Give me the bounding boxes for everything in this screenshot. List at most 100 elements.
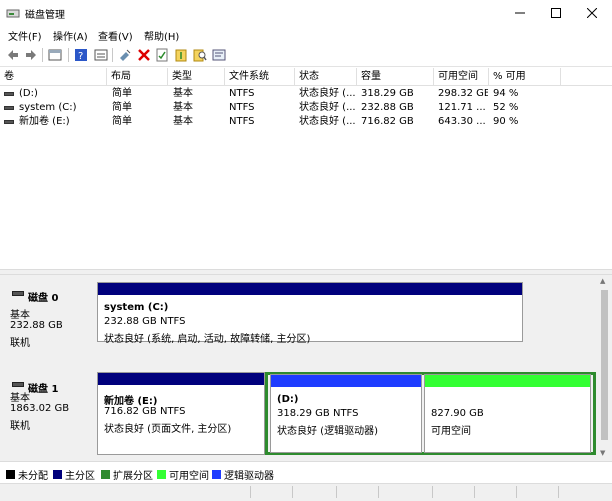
disk-state: 联机 [10, 338, 30, 349]
legend-item-unallocated: 未分配 [6, 467, 48, 482]
menu-file[interactable]: 文件(F) [8, 28, 42, 43]
partition-color-bar [98, 373, 264, 385]
disk-0-label[interactable]: 磁盘 0 基本 232.88 GB 联机 [4, 281, 94, 349]
volume-layout: 简单 [112, 116, 132, 127]
partition-system-c[interactable]: system (C:) 232.88 GB NTFS 状态良好 (系统, 启动,… [97, 282, 523, 345]
disk-icon [12, 291, 24, 296]
window-title: 磁盘管理 [25, 10, 65, 21]
help-icon[interactable]: ? [74, 48, 88, 62]
menu-help[interactable]: 帮助(H) [144, 28, 179, 43]
partition-status: 状态良好 (页面文件, 主分区) [104, 424, 232, 435]
volume-type: 基本 [173, 116, 193, 127]
disk-map: 磁盘 0 基本 232.88 GB 联机 system (C:) 232.88 … [0, 275, 612, 461]
partition-free-space[interactable]: 827.90 GB 可用空间 [424, 374, 591, 453]
menu-view[interactable]: 查看(V) [98, 28, 133, 43]
scroll-down-icon[interactable]: ▼ [600, 449, 605, 457]
menu-action[interactable]: 操作(A) [53, 28, 88, 43]
partition-label: 新加卷 (E:) [104, 396, 158, 407]
column-capacity[interactable]: 容量 [357, 68, 434, 85]
volume-free-space: 298.32 GB [438, 88, 488, 99]
column-volume[interactable]: 卷 [0, 68, 107, 85]
back-icon[interactable] [6, 48, 20, 62]
volume-name: system (C:) [19, 102, 77, 113]
volume-list-header: 卷 布局 类型 文件系统 状态 容量 可用空间 % 可用 [0, 68, 612, 86]
drive-icon [4, 92, 14, 96]
volume-row[interactable]: (D:) 简单 基本 NTFS 状态良好 (... 318.29 GB 298.… [0, 87, 612, 101]
svg-text:?: ? [78, 51, 83, 62]
disk-1-label[interactable]: 磁盘 1 基本 1863.02 GB 联机 [4, 372, 94, 440]
volume-type: 基本 [173, 88, 193, 99]
disk-size: 232.88 GB [10, 320, 63, 331]
volume-free-space: 121.71 ... [438, 102, 486, 113]
volume-name: (D:) [19, 88, 38, 99]
volume-filesystem: NTFS [229, 88, 255, 99]
volume-capacity: 716.82 GB [361, 116, 414, 127]
disk-size: 1863.02 GB [10, 403, 70, 414]
partition-label: (D:) [277, 394, 299, 405]
legend-label: 可用空间 [169, 471, 209, 482]
volume-name: 新加卷 (E:) [19, 116, 70, 127]
legend-item-extended: 扩展分区 [101, 467, 153, 482]
partition-e[interactable]: 新加卷 (E:) 716.82 GB NTFS 状态良好 (页面文件, 主分区) [97, 372, 265, 455]
volume-row[interactable]: system (C:) 简单 基本 NTFS 状态良好 (... 232.88 … [0, 101, 612, 115]
disk-name: 磁盘 0 [28, 293, 59, 304]
column-layout[interactable]: 布局 [107, 68, 168, 85]
column-free-space[interactable]: 可用空间 [434, 68, 489, 85]
partition-status: 可用空间 [431, 426, 471, 437]
volume-status: 状态良好 (... [299, 102, 355, 113]
close-icon [587, 8, 597, 18]
partition-color-bar [271, 375, 421, 387]
column-type[interactable]: 类型 [168, 68, 225, 85]
partition-d[interactable]: (D:) 318.29 GB NTFS 状态良好 (逻辑驱动器) [270, 374, 422, 453]
legend: 未分配 主分区 扩展分区 可用空间 逻辑驱动器 [0, 461, 612, 484]
maximize-button[interactable] [536, 0, 576, 26]
volume-filesystem: NTFS [229, 102, 255, 113]
connect-icon[interactable] [118, 48, 132, 62]
search-icon[interactable] [193, 48, 207, 62]
legend-swatch [6, 470, 15, 479]
disk-type: 基本 [10, 310, 30, 321]
disk-map-scrollbar[interactable]: ▲ ▼ [597, 275, 612, 461]
drive-icon [4, 120, 14, 124]
scroll-up-icon[interactable]: ▲ [600, 277, 605, 285]
close-button[interactable] [572, 0, 612, 26]
volume-layout: 简单 [112, 102, 132, 113]
column-percent-free[interactable]: % 可用 [489, 68, 561, 85]
volume-status: 状态良好 (... [299, 88, 355, 99]
legend-label: 未分配 [18, 471, 48, 482]
status-bar [0, 483, 612, 501]
scroll-thumb[interactable] [601, 290, 608, 440]
legend-item-primary: 主分区 [53, 467, 95, 482]
legend-swatch [157, 470, 166, 479]
partition-size: 827.90 GB [431, 408, 484, 419]
legend-swatch [101, 470, 110, 479]
properties-icon[interactable] [155, 48, 169, 62]
partition-color-bar [425, 375, 590, 387]
volume-percent-free: 94 % [493, 88, 519, 99]
volume-layout: 简单 [112, 88, 132, 99]
list-icon[interactable] [94, 48, 108, 62]
volume-row[interactable]: 新加卷 (E:) 简单 基本 NTFS 状态良好 (... 716.82 GB … [0, 115, 612, 129]
minimize-button[interactable] [500, 0, 540, 26]
volume-type: 基本 [173, 102, 193, 113]
partition-color-bar [98, 283, 522, 295]
volume-percent-free: 52 % [493, 102, 519, 113]
disk-icon [12, 382, 24, 387]
volume-status: 状态良好 (... [299, 116, 355, 127]
new-icon[interactable] [174, 48, 188, 62]
disk-state: 联机 [10, 421, 30, 432]
partition-status: 状态良好 (系统, 启动, 活动, 故障转储, 主分区) [104, 334, 311, 345]
volume-list: 卷 布局 类型 文件系统 状态 容量 可用空间 % 可用 (D:) 简单 基本 … [0, 68, 612, 268]
refresh-icon[interactable] [212, 48, 226, 62]
partition-status: 状态良好 (逻辑驱动器) [277, 426, 378, 437]
forward-icon[interactable] [24, 48, 38, 62]
volume-percent-free: 90 % [493, 116, 519, 127]
legend-label: 逻辑驱动器 [224, 471, 274, 482]
column-filesystem[interactable]: 文件系统 [225, 68, 295, 85]
legend-swatch [53, 470, 62, 479]
disk-name: 磁盘 1 [28, 384, 59, 395]
partition-label: system (C:) [104, 302, 169, 313]
console-icon[interactable] [48, 48, 62, 62]
column-status[interactable]: 状态 [295, 68, 357, 85]
delete-icon[interactable] [137, 48, 151, 62]
